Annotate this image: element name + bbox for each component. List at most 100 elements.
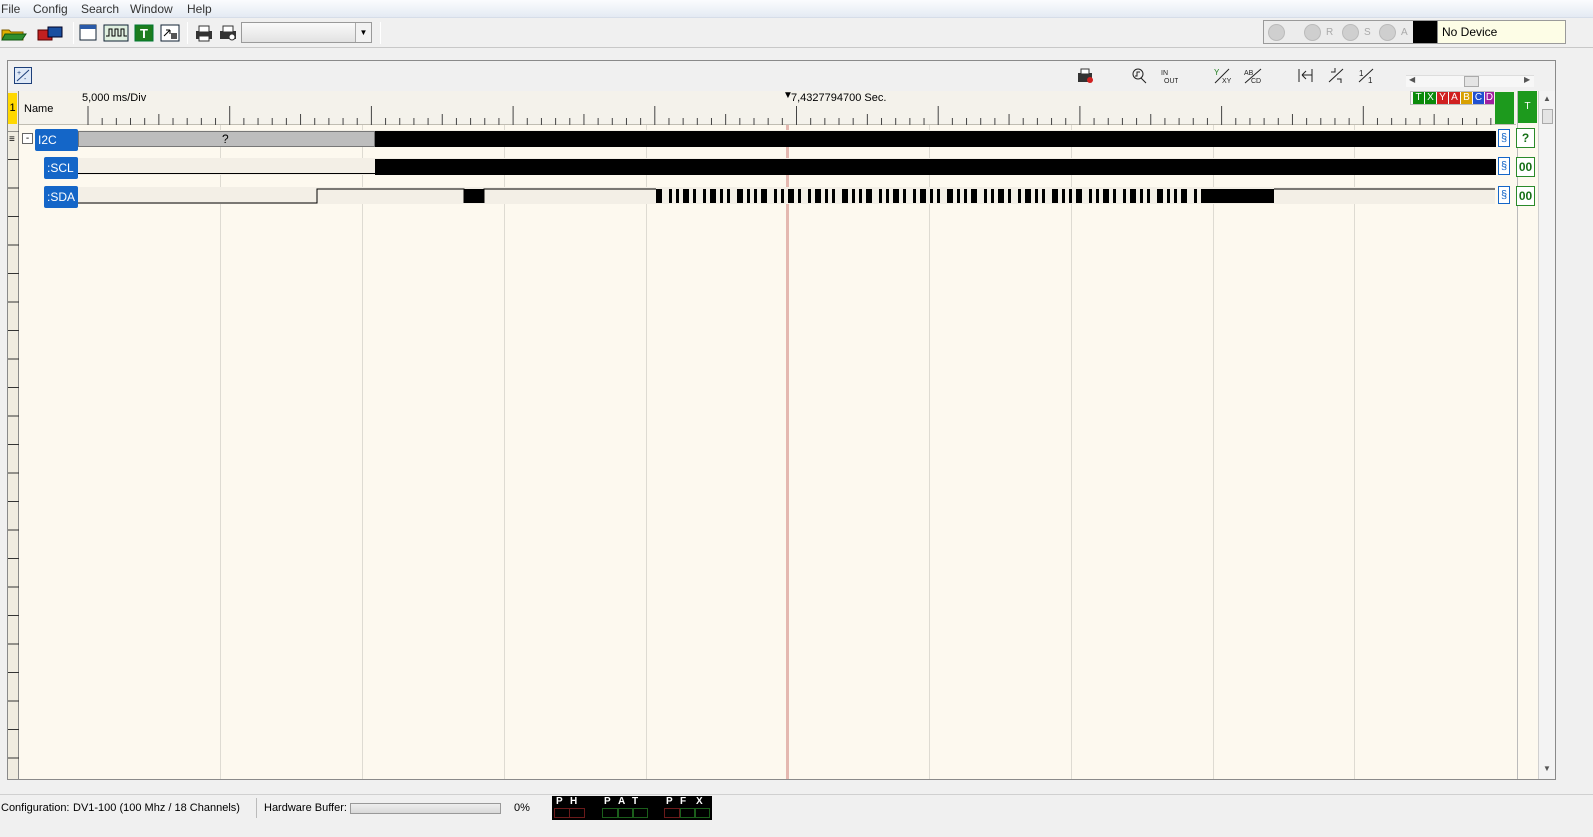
vertical-scroll-thumb[interactable] [1542, 109, 1553, 124]
scroll-left-icon[interactable]: ◀ [1409, 75, 1415, 84]
channel-letter-t[interactable]: T [1413, 92, 1424, 104]
menu-config[interactable]: Config [33, 2, 68, 16]
waveform-icon[interactable] [103, 24, 129, 42]
signal-name-scl[interactable]: :SCL [44, 157, 78, 179]
abcd-icon[interactable]: AB CD [1243, 67, 1263, 85]
menu-window[interactable]: Window [130, 2, 173, 16]
menu-help[interactable]: Help [187, 2, 212, 16]
channel-letter-y[interactable]: Y [1437, 92, 1448, 104]
sda-waveform[interactable] [78, 187, 1498, 205]
run-label-s: S [1364, 27, 1371, 38]
run-repeat-icon[interactable] [1304, 24, 1321, 41]
channel-letter-d[interactable]: D [1485, 92, 1494, 104]
scl-clock-burst[interactable] [375, 159, 1496, 175]
svg-text:+: + [17, 70, 21, 77]
buffer-percent: 0% [514, 802, 530, 814]
chevron-down-icon[interactable]: ▼ [355, 23, 371, 42]
menu-search[interactable]: Search [81, 2, 119, 16]
grid-line [362, 125, 363, 779]
led-letter: F [680, 796, 687, 807]
i2c-decode-bus[interactable] [375, 131, 1496, 147]
signal-name-sda[interactable]: :SDA [44, 186, 78, 208]
text-icon[interactable]: T [134, 24, 154, 42]
sda-activity [737, 189, 743, 203]
vertical-scrollbar[interactable]: ▲ ▼ [1538, 91, 1555, 779]
print-setup-icon[interactable] [218, 24, 238, 42]
capture-icon[interactable] [1076, 67, 1094, 84]
sda-value: 00 [1516, 186, 1535, 206]
sda-activity [903, 189, 906, 203]
sda-activity [1157, 189, 1163, 203]
sda-activity [798, 189, 801, 203]
config-value: DV1-100 (100 Mhz / 18 Channels) [73, 802, 240, 814]
signal-settings-icon[interactable]: § [1498, 186, 1510, 204]
abort-icon[interactable] [1379, 24, 1396, 41]
sda-activity [1201, 189, 1204, 203]
signal-settings-icon[interactable]: § [1498, 129, 1510, 147]
signal-settings-icon[interactable]: § [1498, 157, 1510, 175]
led-status-panel: P H P A T P F X [552, 796, 712, 820]
sda-activity [1204, 189, 1274, 203]
cursor-line[interactable] [786, 125, 789, 779]
signal-name-i2c[interactable]: I2C [35, 129, 78, 151]
run-single-icon[interactable] [1268, 24, 1285, 41]
open-folder-icon[interactable] [1, 24, 27, 42]
sda-activity [930, 189, 933, 203]
config-label: Configuration: [1, 802, 70, 814]
name-column-header: Name [24, 103, 54, 115]
led-cell [602, 808, 618, 818]
scroll-thumb[interactable] [1464, 76, 1479, 87]
sda-activity [781, 189, 784, 203]
buffer-label: Hardware Buffer: [264, 802, 347, 814]
grid-line [504, 125, 505, 779]
sda-activity [947, 189, 953, 203]
run-label-a: A [1401, 27, 1408, 38]
group-index: 1 [8, 93, 17, 124]
sda-activity [747, 189, 750, 203]
profile-dropdown[interactable]: ▼ [241, 22, 372, 43]
export-icon[interactable] [160, 24, 180, 42]
zoom-ratio-icon[interactable]: 11 [1357, 67, 1375, 85]
sda-activity [710, 189, 716, 203]
scroll-right-icon[interactable]: ▶ [1524, 75, 1530, 84]
sda-activity [774, 189, 777, 203]
in-out-icon[interactable]: IN OUT [1160, 67, 1180, 85]
window-icon[interactable] [79, 24, 99, 42]
svg-text:-: - [24, 76, 27, 83]
trigger-column-header[interactable]: T [1518, 91, 1537, 123]
svg-text:1: 1 [1368, 76, 1373, 84]
grid-line [1354, 125, 1355, 779]
channel-letter-x[interactable]: X [1425, 92, 1436, 104]
zoom-fit-icon[interactable] [1327, 67, 1345, 84]
grid-line [929, 125, 930, 779]
sda-activity [669, 189, 672, 203]
grid-line [220, 125, 221, 779]
row-menu-icon[interactable]: ≡ [9, 134, 15, 145]
channel-letter-a[interactable]: A [1449, 92, 1460, 104]
device-icon[interactable] [36, 24, 64, 42]
sda-activity [886, 189, 889, 203]
sda-activity [879, 189, 882, 203]
channel-letter-c[interactable]: C [1473, 92, 1484, 104]
led-cell [694, 808, 710, 818]
menu-file[interactable]: File [1, 2, 20, 16]
zoom-edge-icon[interactable] [1130, 67, 1148, 84]
stop-icon[interactable] [1342, 24, 1359, 41]
scroll-up-icon[interactable]: ▲ [1543, 94, 1551, 103]
jump-icon[interactable] [1297, 67, 1315, 84]
sda-activity [1089, 189, 1092, 203]
sda-activity [893, 189, 899, 203]
scroll-down-icon[interactable]: ▼ [1543, 764, 1551, 773]
sda-activity [920, 189, 926, 203]
collapse-toggle[interactable]: - [22, 133, 33, 144]
print-icon[interactable] [194, 24, 214, 42]
i2c-decode-text: ? [222, 132, 229, 146]
zoom-edge-icon[interactable]: + - [14, 67, 32, 84]
channel-letter-b[interactable]: B [1461, 92, 1472, 104]
menu-bar: File Config Search Window Help [0, 0, 1593, 18]
svg-text:Y: Y [1214, 68, 1220, 77]
sda-activity [1103, 189, 1109, 203]
sda-activity [866, 189, 872, 203]
horizontal-scrollbar[interactable]: ◀ ▶ [1406, 75, 1534, 87]
xy-icon[interactable]: Y XY [1213, 67, 1232, 85]
